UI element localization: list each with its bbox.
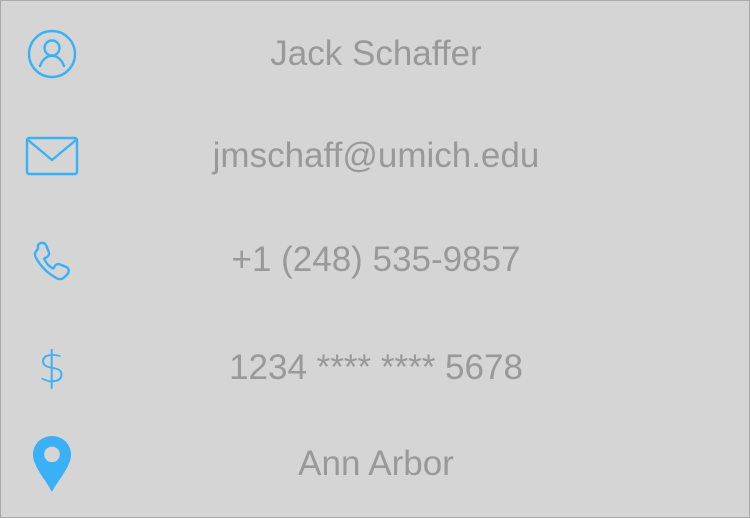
name-row[interactable]: Jack Schaffer	[1, 24, 749, 84]
card-row[interactable]: $ 1234 **** **** 5678	[1, 338, 749, 398]
phone-row[interactable]: +1 (248) 535-9857	[1, 230, 749, 290]
dollar-icon: $	[38, 342, 66, 393]
name-value: Jack Schaffer	[270, 34, 482, 73]
mail-icon	[23, 126, 81, 186]
phone-icon	[23, 230, 81, 290]
email-row[interactable]: jmschaff@umich.edu	[1, 126, 749, 186]
phone-value: +1 (248) 535-9857	[231, 240, 521, 279]
location-value: Ann Arbor	[298, 444, 454, 483]
profile-panel: Jack Schaffer jmschaff@umich.edu +1 (248…	[0, 0, 750, 518]
person-icon	[23, 24, 81, 84]
card-value: 1234 **** **** 5678	[229, 348, 523, 387]
location-pin-icon	[23, 434, 81, 494]
email-value: jmschaff@umich.edu	[212, 136, 540, 175]
location-row[interactable]: Ann Arbor	[1, 434, 749, 494]
